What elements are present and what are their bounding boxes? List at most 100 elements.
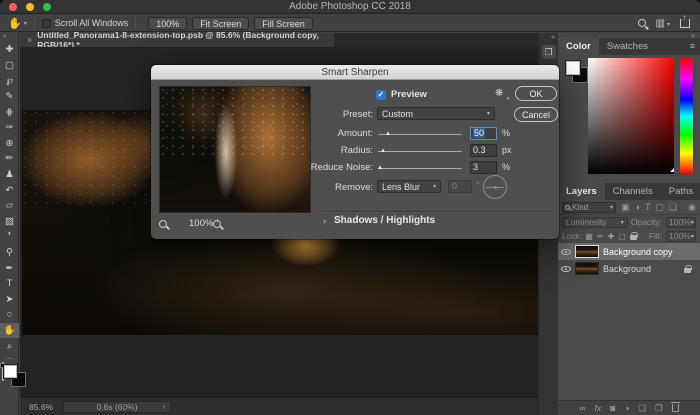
tab-layers[interactable]: Layers [558,183,605,200]
preview-checkbox[interactable]: ✓ [376,90,386,100]
shadows-highlights-section[interactable]: › Shadows / Highlights [323,215,435,226]
amount-slider-thumb[interactable]: ▲ [385,131,391,137]
preview-checkbox-row: ✓ Preview [376,89,427,100]
clone-stamp-tool[interactable]: ♟ [0,167,19,183]
link-layers-icon[interactable]: ∞ [579,403,585,413]
visibility-eye-icon[interactable] [561,249,571,255]
remove-dropdown[interactable]: Lens Blur ▾ [377,180,441,193]
amount-field[interactable]: 50 [470,127,497,140]
filter-smart-object-icon[interactable]: ❏ [669,202,677,213]
expand-panels-icon[interactable]: « [539,33,558,41]
quick-selection-tool[interactable]: ✎ [0,89,19,105]
opacity-value[interactable]: 100% ▾ [666,217,696,228]
workspace-icon: ▥ [656,18,665,29]
zoom-out-icon[interactable]: − [159,220,167,228]
brush-tool[interactable]: ✏ [0,151,19,167]
preview-zoom-controls: − 100% + [159,218,311,229]
fill-screen-button[interactable]: Fill Screen [254,17,313,30]
dialog-title[interactable]: Smart Sharpen [151,65,559,80]
adjustment-layer-icon[interactable]: ◑ [624,403,629,413]
reduce-noise-field[interactable]: 3 [470,161,497,174]
workspace-switcher[interactable]: ▥▾ [656,18,670,29]
layer-row-background-copy[interactable]: Background copy [558,243,700,260]
radius-slider-track[interactable] [378,151,462,152]
toolbar-expand-icon[interactable]: » [0,33,18,42]
saturation-brightness-picker[interactable] [588,58,674,174]
layer-thumbnail[interactable] [575,262,599,275]
dodge-tool[interactable]: ⚲ [0,245,19,261]
cancel-button[interactable]: Cancel [514,107,558,122]
filter-shape-layers-icon[interactable]: ▢ [655,202,664,213]
hue-slider[interactable] [680,58,693,174]
scroll-all-windows-checkbox[interactable] [42,19,51,28]
pen-tool[interactable]: ✒ [0,260,19,276]
tab-channels[interactable]: Channels [605,183,661,200]
zoom-in-icon[interactable]: + [213,220,221,228]
visibility-eye-icon[interactable] [561,266,571,272]
blur-tool[interactable]: ❜ [0,229,19,245]
status-zoom-level[interactable]: 85.6% [29,402,63,412]
layer-mask-icon[interactable]: ◙ [610,403,615,413]
foreground-color-swatch[interactable] [3,364,18,379]
reduce-noise-slider-thumb[interactable]: ▲ [377,165,383,171]
panel-menu-icon[interactable]: ≡ [690,38,700,55]
delete-layer-trash-icon[interactable] [672,404,679,412]
radius-slider-thumb[interactable]: ▲ [380,148,386,154]
eraser-tool[interactable]: ▱ [0,198,19,214]
lock-label: Lock: [562,231,582,241]
radius-field[interactable]: 0.3 [470,144,497,157]
eyedropper-tool[interactable]: ✑ [0,120,19,136]
layer-thumbnail[interactable] [575,245,599,258]
fit-screen-button[interactable]: Fit Screen [192,17,249,30]
lock-transparent-icon[interactable]: ▦ [585,232,593,241]
new-layer-icon[interactable]: ❐ [655,403,663,414]
lock-artboard-icon[interactable]: ▢ [618,232,626,241]
gradient-tool[interactable]: ▨ [0,214,19,230]
move-tool[interactable]: ✚ [0,42,19,58]
filter-type-layers-icon[interactable]: T [645,202,651,212]
tab-close-icon[interactable]: × [27,35,32,45]
marquee-tool[interactable]: ▢ [0,58,19,74]
new-group-folder-icon[interactable]: ❏ [638,403,646,414]
filter-adjustment-layers-icon[interactable]: ◑ [635,202,640,212]
tab-color[interactable]: Color [558,38,599,55]
share-icon[interactable] [680,19,690,28]
color-panel-tabs: Color Swatches ≡ [558,38,700,55]
separator [34,18,35,29]
reduce-noise-slider-track[interactable] [378,168,462,169]
type-tool[interactable]: T [0,276,19,292]
tab-swatches[interactable]: Swatches [599,38,656,55]
history-brush-tool[interactable]: ↶ [0,182,19,198]
close-window-button[interactable] [9,3,17,11]
foreground-color-swatch[interactable] [565,60,581,76]
lock-pixels-icon[interactable]: ✏ [597,232,604,241]
current-tool-hand-icon[interactable]: ✋ [8,17,22,30]
lock-position-icon[interactable]: ✚ [608,232,615,241]
shape-tool[interactable]: ○ [0,307,19,323]
fill-value[interactable]: 100% ▾ [666,231,696,242]
filter-kind-dropdown[interactable]: Kind ▾ [562,202,616,213]
preset-dropdown[interactable]: Custom ▾ [377,107,495,120]
healing-brush-tool[interactable]: ⊕ [0,136,19,152]
filter-pixel-layers-icon[interactable]: ▣ [621,202,630,213]
layer-row-background[interactable]: Background [558,260,700,277]
status-timing-box[interactable]: 0.6s (60%) › [63,401,171,413]
search-icon[interactable] [638,19,646,27]
crop-tool[interactable]: ⋕ [0,104,19,120]
gear-icon[interactable]: ❋▾ [495,88,503,99]
tab-paths[interactable]: Paths [661,183,700,200]
zoom-window-button[interactable] [43,3,51,11]
collapsed-panel-icon[interactable]: ❐ [542,45,556,59]
lasso-tool[interactable]: ℘ [0,73,19,89]
filter-toggle-pin-icon[interactable]: ◉ [688,202,696,213]
path-selection-tool[interactable]: ➤ [0,292,19,308]
minimize-window-button[interactable] [26,3,34,11]
tool-preset-caret-icon[interactable]: ▾ [24,20,27,27]
ok-button[interactable]: OK [515,86,557,101]
zoom-100-button[interactable]: 100% [148,17,187,30]
blend-mode-dropdown[interactable]: Luminosity ▾ [562,217,628,228]
lock-all-icon[interactable] [630,235,637,240]
document-tab[interactable]: × Untitled_Panorama1-8-extension-top.psb… [20,33,334,47]
hand-tool[interactable]: ✋ [0,323,19,339]
layer-style-fx-icon[interactable]: fx [594,403,601,413]
